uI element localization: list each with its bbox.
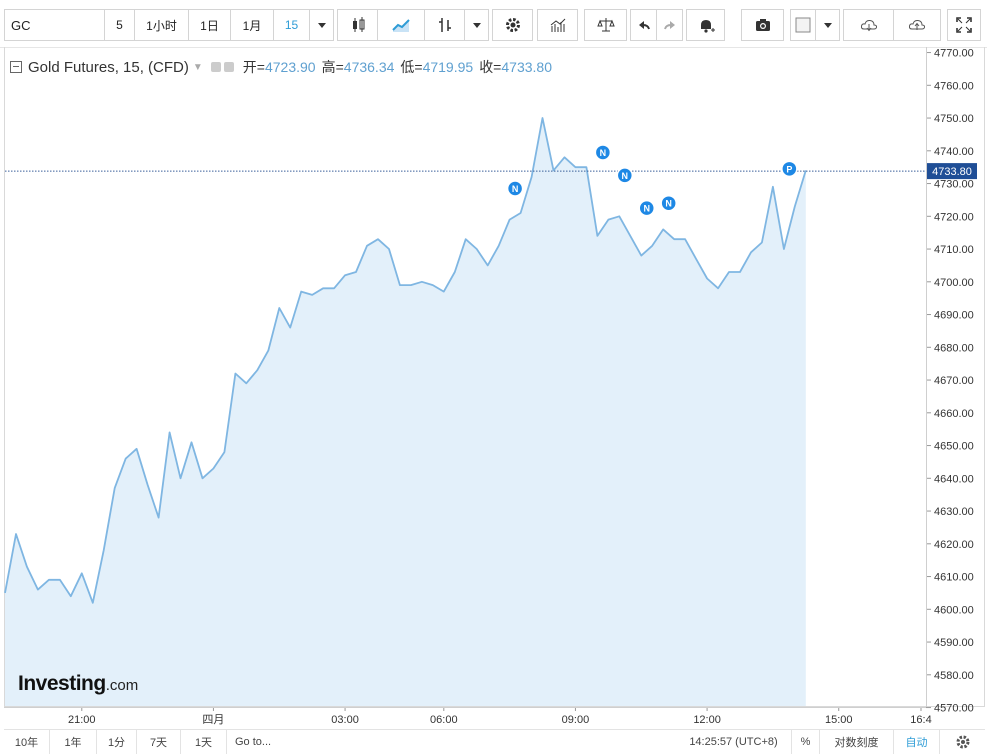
chevron-down-icon[interactable]: ▼ bbox=[193, 62, 203, 73]
open-value: 4723.90 bbox=[264, 59, 316, 75]
event-marker-label: N bbox=[512, 184, 519, 194]
low-label: 低= bbox=[400, 59, 423, 75]
visibility-icon[interactable] bbox=[210, 62, 221, 72]
chart-plot: NNNN NP4570.004580.004590.004600.004610.0… bbox=[4, 48, 977, 726]
log-scale-toggle[interactable]: 对数刻度 bbox=[820, 730, 894, 754]
close-label: 收= bbox=[479, 59, 502, 75]
range-10y-button[interactable]: 10年 bbox=[4, 730, 50, 754]
open-label: 开= bbox=[242, 59, 265, 75]
low-value: 4719.95 bbox=[422, 59, 474, 75]
range-1min-button[interactable]: 1分 bbox=[97, 730, 137, 754]
goto-button[interactable]: Go to... bbox=[227, 730, 297, 754]
range-1d-button[interactable]: 1天 bbox=[181, 730, 227, 754]
close-value: 4733.80 bbox=[501, 59, 552, 75]
settings-mini-icon[interactable] bbox=[223, 62, 234, 72]
range-1y-button[interactable]: 1年 bbox=[50, 730, 97, 754]
investing-logo: Investing .com bbox=[18, 672, 138, 696]
price-area-fill bbox=[5, 118, 806, 706]
logo-suffix-text: .com bbox=[105, 677, 139, 694]
legend-title: Gold Futures, 15, (CFD) bbox=[28, 58, 189, 76]
event-marker-label: P bbox=[786, 164, 792, 174]
gear-icon bbox=[956, 735, 969, 749]
clock-text: 14:25:57 (UTC+8) bbox=[676, 730, 792, 754]
event-marker-label: N bbox=[665, 199, 672, 209]
event-marker-label: N bbox=[643, 204, 650, 214]
auto-scale-toggle[interactable]: 自动 bbox=[894, 730, 940, 754]
chart-legend: Gold Futures, 15, (CFD) ▼ 开= 4723.90 高= 47… bbox=[10, 57, 552, 77]
high-value: 4736.34 bbox=[343, 59, 395, 75]
collapse-legend-icon[interactable] bbox=[10, 61, 22, 73]
high-label: 高= bbox=[321, 59, 344, 75]
price-axis[interactable] bbox=[926, 47, 987, 707]
percent-toggle[interactable]: % bbox=[792, 730, 820, 754]
range-7d-button[interactable]: 7天 bbox=[137, 730, 181, 754]
logo-main-text: Investing bbox=[18, 672, 106, 695]
axis-settings-button[interactable] bbox=[940, 730, 985, 754]
event-marker-label: N bbox=[600, 148, 607, 158]
time-axis[interactable] bbox=[4, 707, 926, 730]
bottom-bar: 10年 1年 1分 7天 1天 Go to... 14:25:57 (UTC+8… bbox=[4, 729, 985, 754]
event-marker-label: N bbox=[622, 171, 629, 181]
